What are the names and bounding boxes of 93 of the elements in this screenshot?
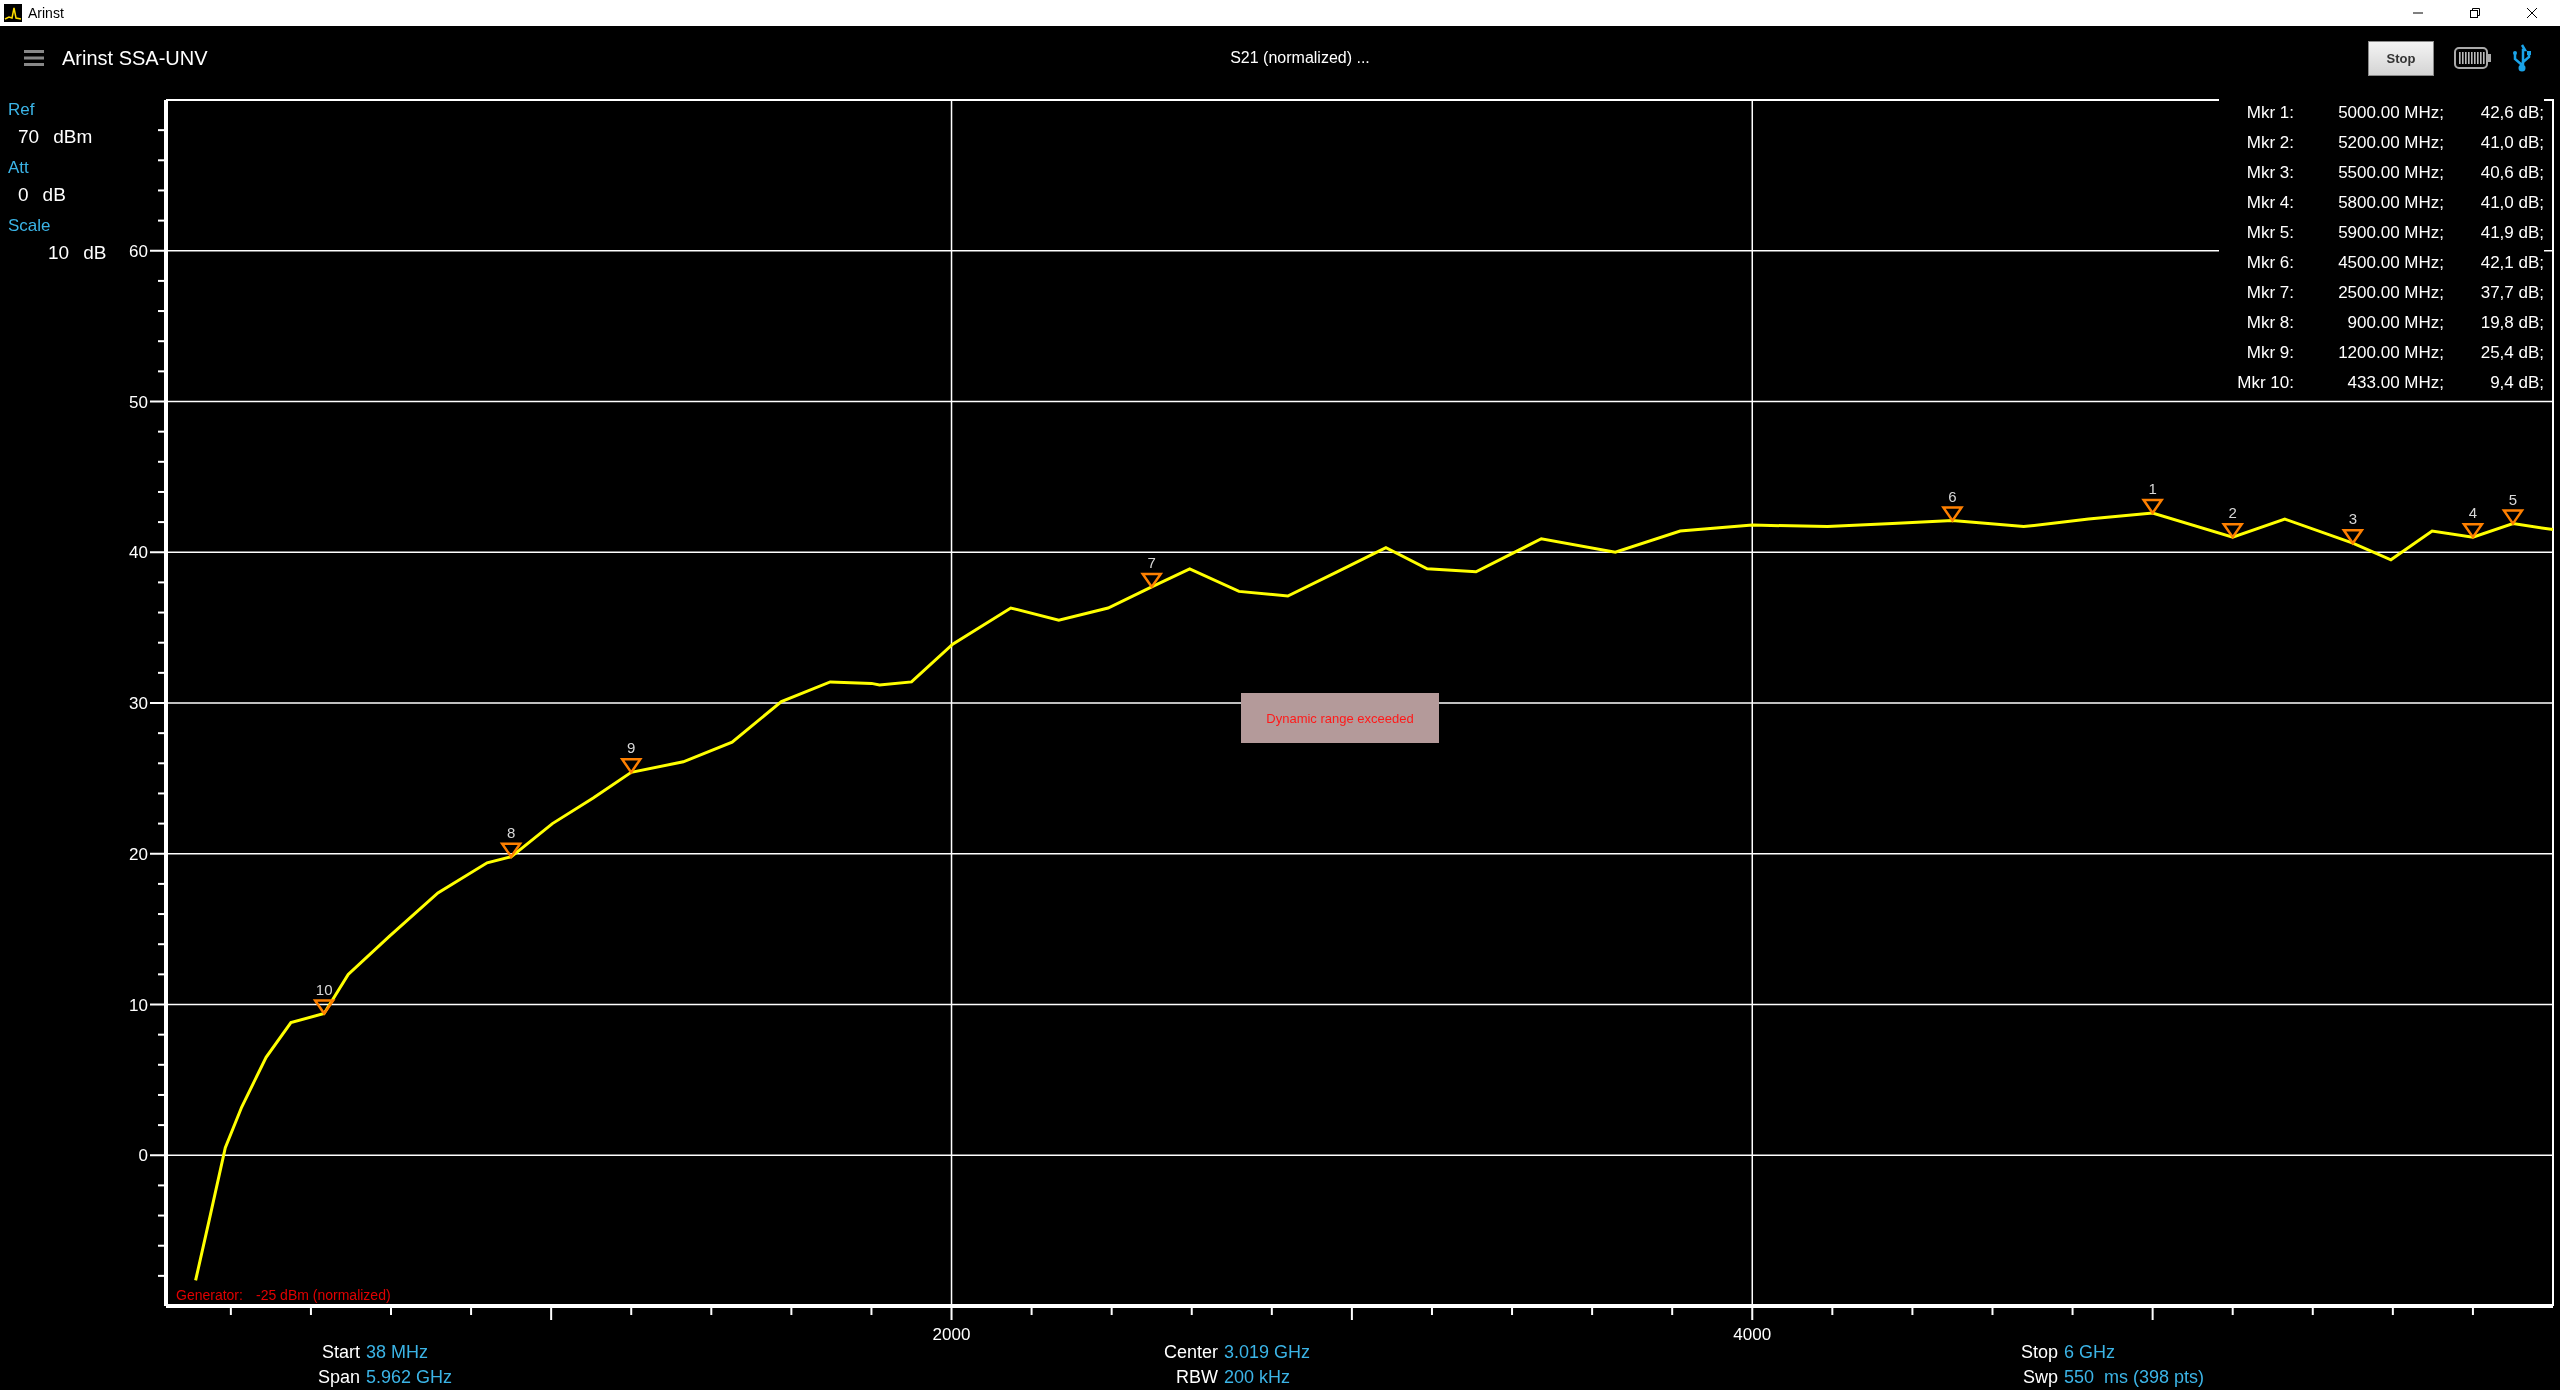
marker-name: Mkr 2: (2245, 132, 2294, 154)
setting-unit: dBm (53, 125, 93, 149)
window-title: Arinst (28, 5, 64, 21)
axis-label: 60 (129, 241, 148, 261)
parameter-label: Swp (2022, 1366, 2058, 1389)
setting-label: Ref (7, 99, 36, 121)
marker-triangle (1140, 572, 1164, 590)
parameter-value: 200 kHz (1224, 1366, 1292, 1389)
axis-label: 40 (129, 543, 148, 563)
marker-frequency: 5500.00 MHz; (2337, 162, 2444, 184)
marker-triangle (2141, 498, 2164, 516)
parameter-label: Span (316, 1366, 360, 1389)
marker-name: Mkr 5: (2245, 222, 2294, 244)
marker-triangle (2221, 522, 2245, 540)
marker-frequency: 900.00 MHz; (2346, 312, 2444, 334)
marker-value: 9,4 dB; (2489, 372, 2544, 394)
marker-value: 41,9 dB; (2479, 222, 2544, 244)
setting-label: Att (7, 157, 30, 179)
axis-label: 4000 (1733, 1325, 1772, 1340)
setting-value: 70 (18, 125, 40, 149)
axis-label: 30 (129, 694, 148, 713)
marker-label: 8 (506, 823, 516, 841)
parameter-value: 550 ms (398 pts) (2064, 1366, 2205, 1389)
marker-triangle (312, 999, 336, 1016)
marker-triangle (499, 842, 523, 859)
marker-label: 6 (1948, 487, 1957, 505)
marker-value: 19,8 dB; (2479, 312, 2544, 334)
device-name: Arinst SSA-UNV (62, 46, 208, 70)
mode-title: S21 (normalized) ... (1229, 49, 1370, 67)
marker-name: Mkr 6: (2245, 252, 2294, 274)
usb-icon (2512, 43, 2532, 73)
marker-label: 5 (2508, 490, 2518, 508)
parameter-label: RBW (1175, 1366, 1218, 1389)
marker-frequency: 4500.00 MHz; (2337, 252, 2444, 274)
marker-label: 2 (2228, 504, 2237, 522)
setting-value: 0 (18, 183, 29, 207)
parameter-value: 5.962 GHz (366, 1366, 454, 1389)
parameter-label: Center (1162, 1341, 1218, 1364)
app-icon (4, 4, 22, 22)
marker-label: 7 (1147, 553, 1156, 571)
parameter-value: 3.019 GHz (1224, 1341, 1312, 1364)
generator-value: -25 dBm (normalized) (256, 1287, 391, 1303)
warning-message: Dynamic range exceeded (1241, 693, 1439, 743)
marker-name: Mkr 4: (2245, 192, 2294, 214)
marker-label: 4 (2468, 504, 2478, 522)
marker-label: 9 (627, 739, 636, 757)
marker-triangle (2341, 528, 2365, 546)
marker-frequency: 5200.00 MHz; (2337, 132, 2444, 154)
generator-label: Generator: (176, 1287, 243, 1303)
marker-label: 1 (2148, 480, 2157, 498)
marker-triangle (2501, 509, 2525, 526)
axis-label: 0 (138, 1146, 148, 1166)
axis-label: 50 (129, 392, 148, 412)
marker-value: 37,7 dB; (2479, 282, 2544, 304)
setting-value: 10 (48, 241, 70, 265)
marker-triangle (619, 758, 643, 775)
marker-name: Mkr 8: (2245, 312, 2294, 334)
marker-frequency: 433.00 MHz; (2346, 372, 2444, 394)
marker-name: Mkr 7: (2245, 282, 2294, 304)
parameter-value: 38 MHz (366, 1341, 429, 1364)
axis-label: 20 (129, 844, 148, 864)
parameter-value: 6 GHz (2064, 1341, 2116, 1364)
close-icon[interactable] (2525, 7, 2538, 19)
marker-frequency: 5800.00 MHz; (2337, 192, 2444, 214)
parameter-label: Start (321, 1341, 360, 1364)
marker-value: 42,6 dB; (2479, 102, 2544, 124)
axis-label: 10 (129, 995, 148, 1015)
marker-frequency: 5900.00 MHz; (2337, 222, 2444, 244)
setting-unit: dB (83, 241, 107, 265)
marker-triangle (2461, 522, 2485, 540)
marker-triangle (1941, 506, 1964, 523)
marker-value: 42,1 dB; (2479, 252, 2544, 274)
stop-button[interactable]: Stop (2368, 40, 2434, 76)
marker-name: Mkr 3: (2245, 162, 2294, 184)
marker-value: 41,0 dB; (2479, 192, 2544, 214)
menu-icon[interactable] (24, 49, 44, 67)
battery-icon (2454, 47, 2492, 69)
marker-name: Mkr 10: (2237, 372, 2294, 394)
marker-frequency: 2500.00 MHz; (2337, 282, 2444, 304)
axis-label: 2000 (932, 1325, 971, 1340)
marker-value: 40,6 dB; (2479, 162, 2544, 184)
marker-frequency: 5000.00 MHz; (2337, 102, 2444, 124)
parameter-label: Stop (2019, 1341, 2058, 1364)
marker-label: 10 (315, 980, 333, 998)
marker-frequency: 1200.00 MHz; (2337, 342, 2444, 364)
setting-unit: dB (42, 183, 66, 207)
marker-value: 41,0 dB; (2479, 132, 2544, 154)
setting-label: Scale (7, 215, 52, 237)
marker-label: 3 (2348, 510, 2357, 528)
marker-name: Mkr 9: (2245, 342, 2294, 364)
marker-name: Mkr 1: (2245, 102, 2294, 124)
marker-value: 25,4 dB; (2479, 342, 2544, 364)
restore-icon[interactable] (2468, 7, 2481, 19)
